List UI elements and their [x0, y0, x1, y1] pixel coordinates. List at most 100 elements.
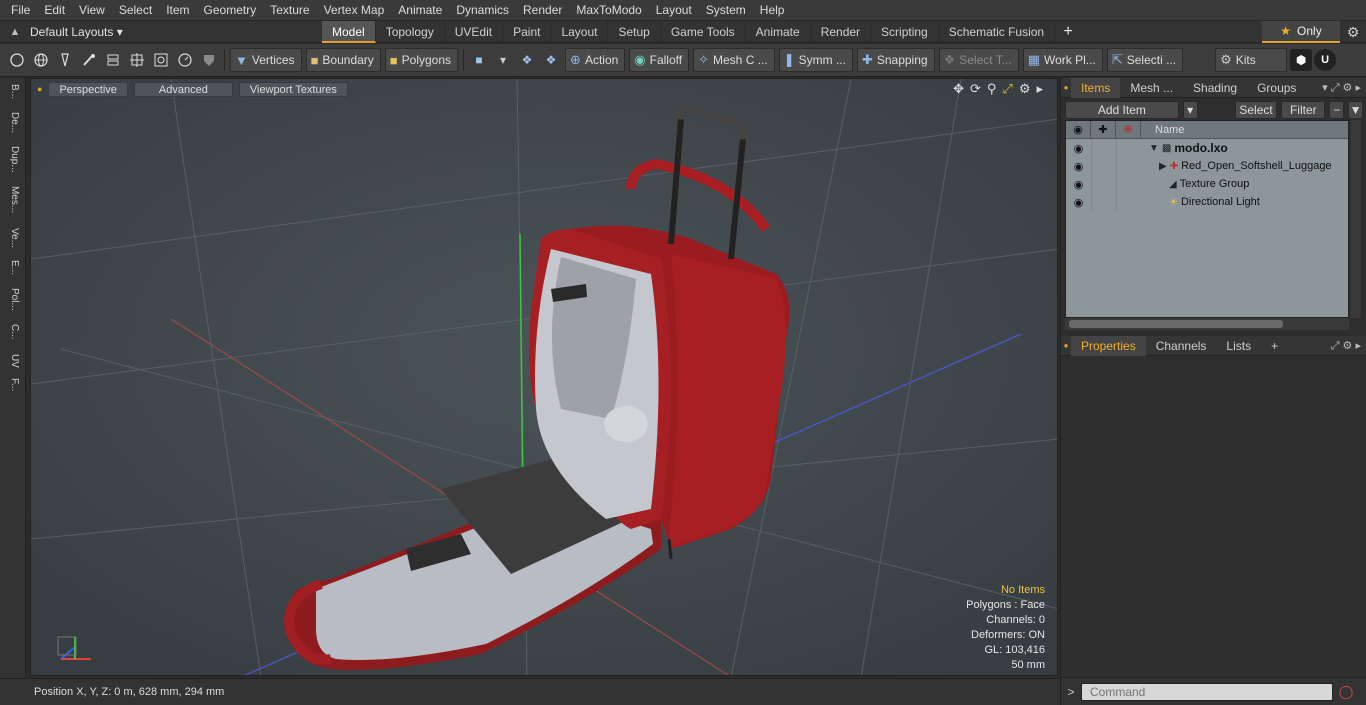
tool-strip-tab[interactable]: Mes... — [4, 186, 20, 213]
tab-uvedit[interactable]: UVEdit — [445, 20, 504, 43]
add-tab-icon[interactable]: + — [1055, 23, 1081, 41]
tab-groups[interactable]: Groups — [1247, 78, 1306, 98]
visibility-column-icon[interactable]: ◉ — [1066, 121, 1091, 138]
add-panel-tab-icon[interactable]: + — [1261, 336, 1288, 356]
viewport-settings-icon[interactable]: ⚙ — [1019, 81, 1031, 97]
action-center-button[interactable]: ⊕ Action — [565, 48, 626, 72]
list-item[interactable]: ◉ ☀ Directional Light — [1066, 193, 1348, 211]
unity-icon[interactable]: ⬢ — [1290, 49, 1313, 71]
symmetry-button[interactable]: ❚ Symm ... — [778, 48, 853, 72]
expand-arrow-icon[interactable]: ▶ — [1159, 161, 1167, 172]
vertices-button[interactable]: ▼ Vertices — [230, 48, 302, 72]
menu-help[interactable]: Help — [753, 0, 792, 21]
maximize-view-icon[interactable]: ⤢ — [1002, 81, 1012, 97]
menu-edit[interactable]: Edit — [37, 0, 72, 21]
tool-strip-tab[interactable]: De... — [4, 112, 20, 133]
menu-texture[interactable]: Texture — [263, 0, 316, 21]
tab-model[interactable]: Model — [322, 20, 376, 43]
menu-geometry[interactable]: Geometry — [197, 0, 264, 21]
select-through-icon[interactable]: ❖ — [516, 49, 538, 71]
tab-game-tools[interactable]: Game Tools — [661, 20, 746, 43]
menu-animate[interactable]: Animate — [391, 0, 449, 21]
tab-topology[interactable]: Topology — [376, 20, 445, 43]
funnel-icon[interactable]: ▼ — [1348, 101, 1364, 119]
viewport-menu-dot-icon[interactable]: ● — [37, 84, 42, 94]
collapse-icon[interactable]: − — [1329, 101, 1345, 119]
falloff-button[interactable]: ◉ Falloff — [629, 48, 690, 72]
select-tool-button[interactable]: ❖ Select T... — [938, 48, 1019, 72]
polygons-button[interactable]: ■ Polygons — [384, 48, 459, 72]
circle-select-icon[interactable] — [6, 49, 28, 71]
panel-menu-dot-icon[interactable]: ● — [1061, 83, 1071, 92]
menu-system[interactable]: System — [699, 0, 753, 21]
tab-lists[interactable]: Lists — [1216, 336, 1261, 356]
tab-items[interactable]: Items — [1071, 77, 1121, 98]
viewport-textures-button[interactable]: Viewport Textures — [238, 81, 348, 97]
menu-item[interactable]: Item — [159, 0, 196, 21]
item-list-vscroll[interactable] — [1351, 120, 1361, 318]
command-history-icon[interactable]: > — [1061, 685, 1081, 699]
zoom-view-icon[interactable]: ⚲ — [987, 81, 997, 97]
viewport-expand-icon[interactable]: ▸ — [1036, 81, 1043, 97]
perspective-button[interactable]: Perspective — [48, 81, 128, 97]
tool-strip-tab[interactable]: Pol... — [4, 288, 20, 311]
eye-icon[interactable]: ◉ — [1066, 178, 1091, 191]
tab-properties[interactable]: Properties — [1071, 335, 1146, 356]
tab-channels[interactable]: Channels — [1146, 336, 1217, 356]
tab-setup[interactable]: Setup — [608, 20, 661, 43]
lock-column-icon[interactable]: ✚ — [1091, 121, 1116, 138]
only-toggle[interactable]: ★ Only — [1262, 21, 1340, 43]
panel-tools-icon[interactable]: ▾ ⤢ ⚙ ▸ — [1322, 78, 1361, 98]
mesh-constraint-button[interactable]: ✧ Mesh C ... — [693, 48, 775, 72]
render-column-icon[interactable]: ❋ — [1116, 121, 1141, 138]
list-item[interactable]: ◉ ◢ Texture Group — [1066, 175, 1348, 193]
list-item[interactable]: ◉ ▶ ✚ Red_Open_Softshell_Luggage — [1066, 157, 1348, 175]
list-item[interactable]: ◉ ▼ ▩ modo.lxo — [1066, 139, 1348, 157]
command-input[interactable] — [1081, 682, 1333, 701]
record-icon[interactable]: ◯ — [1333, 684, 1359, 700]
tab-mesh[interactable]: Mesh ... — [1120, 78, 1183, 98]
menu-render[interactable]: Render — [516, 0, 569, 21]
item-mode-icon[interactable]: ■ — [468, 49, 490, 71]
tool-strip-tab[interactable]: B... — [4, 84, 20, 99]
layout-select[interactable]: Default Layouts ▾ — [30, 25, 322, 39]
tab-render[interactable]: Render — [811, 20, 872, 43]
eye-icon[interactable]: ◉ — [1066, 142, 1091, 155]
expand-arrow-icon[interactable]: ▼ — [1149, 143, 1159, 154]
tool-strip-tab[interactable]: C... — [4, 324, 20, 340]
center-icon[interactable] — [126, 49, 148, 71]
menu-file[interactable]: File — [4, 0, 37, 21]
layout-toggle-icon[interactable]: ▲ — [0, 26, 30, 38]
name-column-header[interactable]: Name — [1141, 121, 1184, 138]
globe-icon[interactable] — [30, 49, 52, 71]
tab-schematic-fusion[interactable]: Schematic Fusion — [939, 20, 1056, 43]
work-plane-button[interactable]: ▦ Work Pl... — [1022, 48, 1103, 72]
tool-strip-tab[interactable]: F... — [4, 378, 20, 391]
add-item-dropdown-icon[interactable]: ▾ — [1182, 101, 1198, 119]
snapping-button[interactable]: ✚ Snapping — [856, 48, 935, 72]
gear-icon[interactable]: ⚙ — [1344, 23, 1362, 41]
menu-dynamics[interactable]: Dynamics — [449, 0, 516, 21]
tool-strip-tab[interactable]: Ve... — [4, 228, 20, 248]
scroll-thumb[interactable] — [1069, 320, 1283, 328]
eye-icon[interactable]: ◉ — [1066, 160, 1091, 173]
kits-button[interactable]: ⚙ Kits — [1215, 48, 1288, 72]
advanced-button[interactable]: Advanced — [133, 81, 233, 97]
panel-tools-icon[interactable]: ⤢ ⚙ ▸ — [1331, 336, 1361, 356]
pen-icon[interactable] — [54, 49, 76, 71]
menu-vertex-map[interactable]: Vertex Map — [317, 0, 392, 21]
select-pinned-icon[interactable]: ❖ — [540, 49, 562, 71]
eye-icon[interactable]: ◉ — [1066, 196, 1091, 209]
boundary-button[interactable]: ■ Boundary — [305, 48, 381, 72]
timer-icon[interactable] — [174, 49, 196, 71]
3d-viewport[interactable]: ● Perspective Advanced Viewport Textures… — [30, 78, 1058, 676]
add-item-button[interactable]: Add Item — [1065, 101, 1179, 119]
tool-strip-tab[interactable]: Dup... — [4, 146, 20, 173]
menu-select[interactable]: Select — [112, 0, 159, 21]
filter-button[interactable]: Filter — [1281, 101, 1326, 119]
selection-button[interactable]: ⇱ Selecti ... — [1106, 48, 1184, 72]
menu-maxtomodo[interactable]: MaxToModo — [569, 0, 648, 21]
tab-paint[interactable]: Paint — [503, 20, 552, 43]
panel-menu-dot-icon[interactable]: ● — [1061, 341, 1071, 350]
menu-layout[interactable]: Layout — [649, 0, 699, 21]
